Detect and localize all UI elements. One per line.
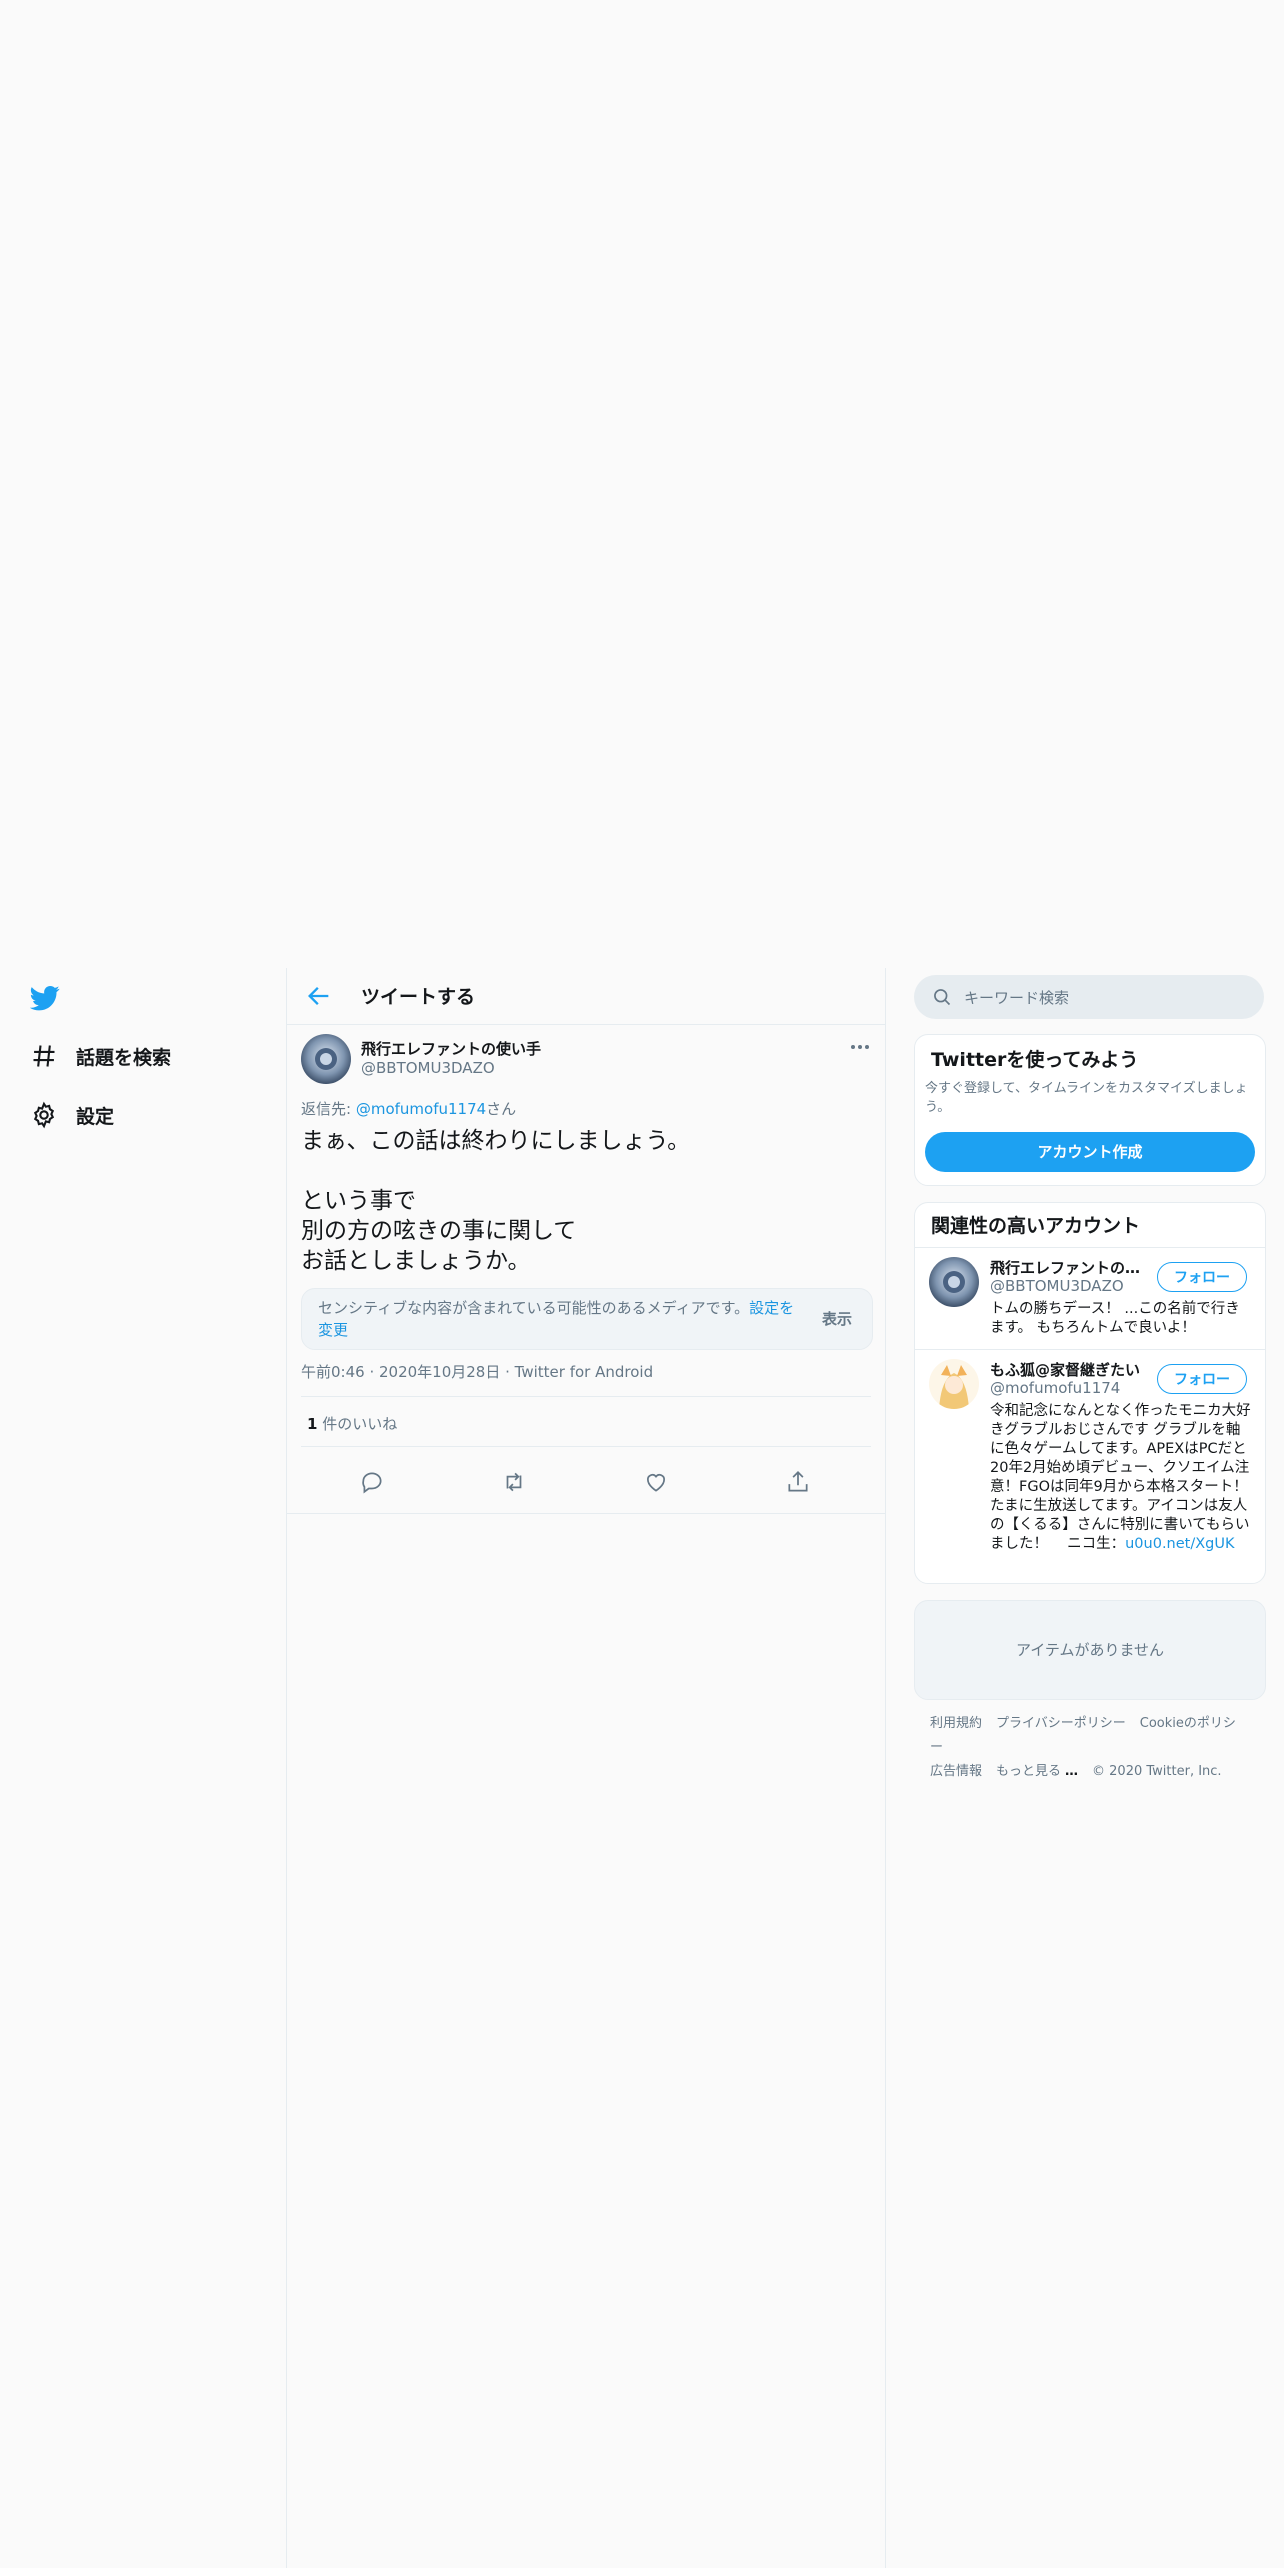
footer-links: 利用規約 プライバシーポリシー Cookieのポリシー 広告情報 もっと見る… © 20… xyxy=(930,1712,1260,1784)
likes-label: 件のいいね xyxy=(317,1415,398,1433)
signup-title: Twitterを使ってみよう xyxy=(931,1049,1139,1071)
likes-number: 1 xyxy=(307,1415,318,1433)
search-icon xyxy=(934,989,951,1006)
signup-card: Twitterを使ってみよう 今すぐ登録して、タイムラインをカスタマイズしましょ… xyxy=(914,1034,1266,1186)
tweet-time[interactable]: 午前0:46 xyxy=(301,1363,365,1381)
footer-copyright: © 2020 Twitter, Inc. xyxy=(1092,1764,1222,1779)
tweet-text: まぁ、この話は終わりにしましょう。 という事で 別の方の呟きの事に関して お話と… xyxy=(301,1128,691,1274)
footer-link-privacy[interactable]: プライバシーポリシー xyxy=(996,1716,1126,1731)
nav-settings[interactable]: 設定 xyxy=(30,1101,114,1129)
sensitive-notice-label: センシティブな内容が含まれている可能性のあるメディアです。 xyxy=(318,1299,750,1317)
footer-link-terms[interactable]: 利用規約 xyxy=(930,1716,982,1731)
tweet-meta: 午前0:46 · 2020年10月28日 · Twitter for Andro… xyxy=(301,1363,654,1381)
account-bio-text: 令和記念になんとなく作ったモニカ大好きグラブルおじさんです グラブルを軸に色々ゲ… xyxy=(990,1403,1251,1552)
retweet-icon[interactable] xyxy=(501,1469,527,1495)
tweet-client: Twitter for Android xyxy=(514,1363,654,1381)
account-bio: トムの勝ちデース！ ...この名前で行きます。 もちろんトムで良いよ！ xyxy=(990,1301,1240,1336)
author-avatar[interactable] xyxy=(301,1034,351,1084)
bio-link[interactable]: u0u0.net/XgUK xyxy=(1125,1536,1234,1552)
sensitive-media-notice: センシティブな内容が含まれている可能性のあるメディアです。設定を変更 表示 xyxy=(301,1288,873,1350)
tweet-actions xyxy=(287,1453,885,1514)
follow-button[interactable]: フォロー xyxy=(1157,1364,1247,1394)
empty-panel-text: アイテムがありません xyxy=(1015,1641,1165,1659)
footer-link-ads[interactable]: 広告情報 xyxy=(930,1764,982,1779)
related-title: 関連性の高いアカウント xyxy=(931,1215,1141,1237)
reply-context: 返信先: @mofumofu1174さん xyxy=(301,1098,516,1119)
account-handle[interactable]: @BBTOMU3DAZO xyxy=(990,1277,1124,1295)
account-name[interactable]: もふ狐@家督継ぎたい xyxy=(990,1359,1150,1380)
search-bar[interactable] xyxy=(914,975,1264,1021)
column-header: ツイートする xyxy=(287,968,885,1025)
search-input[interactable] xyxy=(962,975,1256,1021)
twitter-logo-icon[interactable] xyxy=(30,983,60,1013)
nav-explore[interactable]: 話題を検索 xyxy=(30,1042,171,1070)
signup-description: 今すぐ登録して、タイムラインをカスタマイズしましょう。 xyxy=(925,1081,1248,1115)
like-heart-icon[interactable] xyxy=(643,1469,669,1495)
reply-icon[interactable] xyxy=(359,1469,385,1495)
divider xyxy=(915,1349,1265,1350)
account-name[interactable]: 飛行エレファントの使い手 xyxy=(990,1257,1150,1278)
show-media-button[interactable]: 表示 xyxy=(822,1308,852,1329)
follow-button[interactable]: フォロー xyxy=(1157,1262,1247,1292)
divider xyxy=(915,1247,1265,1248)
sensitive-notice-text: センシティブな内容が含まれている可能性のあるメディアです。設定を変更 xyxy=(318,1297,808,1341)
likes-count[interactable]: 1 件のいいね xyxy=(307,1413,397,1434)
reply-to-link[interactable]: @mofumofu1174 xyxy=(356,1100,486,1118)
nav-settings-label: 設定 xyxy=(76,1105,115,1128)
account-avatar[interactable] xyxy=(929,1257,979,1307)
footer-more-label: もっと見る xyxy=(996,1764,1062,1779)
share-icon[interactable] xyxy=(785,1469,811,1495)
create-account-button[interactable]: アカウント作成 xyxy=(925,1132,1255,1172)
reply-suffix: さん xyxy=(486,1100,517,1118)
author-handle[interactable]: @BBTOMU3DAZO xyxy=(361,1059,495,1077)
reply-prefix: 返信先: xyxy=(301,1100,356,1118)
footer-more-link[interactable]: もっと見る… xyxy=(996,1764,1078,1779)
gear-icon xyxy=(33,1101,55,1129)
divider xyxy=(301,1446,871,1447)
page-title: ツイートする xyxy=(361,986,476,1008)
author-name[interactable]: 飛行エレファントの使い手 xyxy=(361,1038,541,1059)
nav-explore-label: 話題を検索 xyxy=(76,1046,172,1069)
more-options-icon[interactable] xyxy=(849,1040,871,1054)
tweet-date[interactable]: 2020年10月28日 xyxy=(379,1363,500,1381)
account-bio: 令和記念になんとなく作ったモニカ大好きグラブルおじさんです グラブルを軸に色々ゲ… xyxy=(990,1402,1252,1554)
divider xyxy=(301,1396,871,1397)
account-handle[interactable]: @mofumofu1174 xyxy=(990,1379,1120,1397)
tweet-detail-column: ツイートする 飛行エレファントの使い手 @BBTOMU3DAZO 返信先: @m… xyxy=(286,968,886,2568)
back-arrow-icon[interactable] xyxy=(305,982,333,1010)
empty-panel: アイテムがありません xyxy=(914,1600,1266,1700)
related-accounts-card: 関連性の高いアカウント 飛行エレファントの使い手 @BBTOMU3DAZO フォ… xyxy=(914,1202,1266,1584)
account-avatar[interactable] xyxy=(929,1359,979,1409)
hashtag-icon xyxy=(33,1045,55,1067)
